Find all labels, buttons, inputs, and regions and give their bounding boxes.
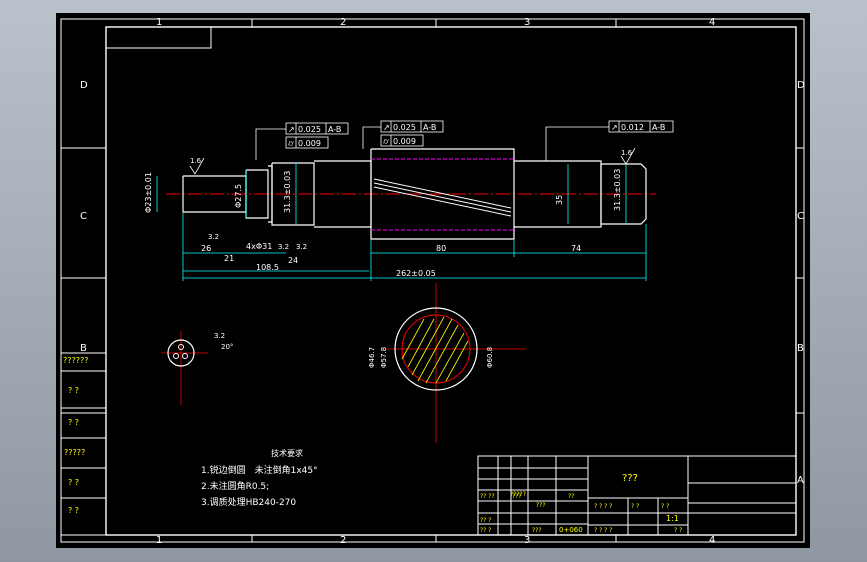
inner-border (105, 26, 797, 536)
roughness-4: 3.2 (278, 243, 289, 251)
dim-sec1: Φ46.7 (368, 347, 376, 368)
side-label-2: ? ? (68, 386, 79, 395)
title-block-name: ??? (622, 473, 638, 484)
zone-row-c-right: C (797, 211, 804, 222)
dim-d4: 35 (555, 195, 564, 205)
title-block-scale: 1:1 (666, 514, 679, 523)
dim-sec2: Φ57.8 (380, 347, 388, 368)
zone-row-a-right: A (797, 475, 804, 486)
roughness-5: 3.2 (296, 243, 307, 251)
dimension-lines (156, 163, 647, 281)
zone-col-3-bottom: 3 (524, 535, 530, 546)
tol-1-datum: A-B (328, 125, 341, 134)
dim-d2: Φ27.5 (234, 184, 243, 208)
title-cell-12: ? ? (661, 503, 669, 510)
zone-col-1: 1 (156, 17, 162, 28)
title-cell-11: ? ? (631, 503, 639, 510)
roughness-1: 1.6 (190, 157, 202, 165)
dim-l3: 4xΦ31 (246, 242, 272, 251)
dim-l8: 262±0.05 (396, 269, 436, 278)
dim-l6: 80 (436, 244, 446, 253)
zone-col-4-bottom: 4 (709, 535, 715, 546)
zone-col-4: 4 (709, 17, 715, 28)
dim-side-angle: 20° (221, 343, 233, 351)
zone-row-c: C (80, 211, 87, 222)
dim-d3: 31.3±0.03 (283, 171, 292, 213)
zone-col-2-bottom: 2 (340, 535, 346, 546)
title-cell-13: ? ? (674, 527, 682, 534)
title-cell-3: ????? (510, 491, 526, 498)
zone-col-1-bottom: 1 (156, 535, 162, 546)
tech-req-line-2: 2.未注圆角R0.5; (201, 480, 269, 492)
side-label-4: ????? (64, 448, 85, 457)
tech-req-line-3: 3.调质处理HB240-270 (201, 496, 296, 508)
dim-l2: 21 (224, 254, 234, 263)
roughness-6: 3.2 (214, 332, 225, 340)
title-block-material: 0+060 (559, 526, 583, 534)
tol-3-datum: A-B (423, 123, 436, 132)
dim-sec3: Φ60.8 (486, 347, 494, 368)
zone-row-d: D (80, 80, 88, 91)
corner-box (106, 27, 212, 49)
zone-ticks (61, 19, 804, 542)
dim-d5: 31.3±0.03 (613, 169, 622, 211)
helical-teeth (373, 178, 512, 217)
tol-2-value: 0.009 (298, 139, 321, 148)
title-cell-4: ?? (568, 493, 574, 500)
tol-4-value: 0.009 (393, 137, 416, 146)
side-label-6: ? ? (68, 506, 79, 515)
tol-4-symbol: ⌭ (383, 137, 389, 146)
drawing-canvas[interactable]: 1 2 3 4 1 2 3 4 D C B D C B A ?????? ? ?… (56, 13, 810, 548)
tol-5-value: 0.012 (621, 123, 644, 132)
roughness-3: 3.2 (208, 233, 219, 241)
tol-5-datum: A-B (652, 123, 665, 132)
roughness-2: 1.6 (621, 149, 633, 157)
tol-1-symbol: ↗ (288, 125, 295, 134)
dim-l5: 108.5 (256, 263, 279, 272)
tol-2-symbol: ⌭ (288, 139, 294, 148)
title-cell-10: ??? (532, 527, 542, 534)
tol-1-value: 0.025 (298, 125, 321, 134)
zone-col-2: 2 (340, 17, 346, 28)
tol-5-symbol: ↗ (611, 123, 618, 132)
cad-drawing: 1 2 3 4 1 2 3 4 D C B D C B A ?????? ? ?… (60, 17, 805, 546)
side-label-3: ? ? (68, 418, 79, 427)
tol-3-value: 0.025 (393, 123, 416, 132)
end-view (161, 331, 208, 405)
section-view (386, 283, 526, 443)
zone-row-d-right: D (797, 80, 805, 91)
side-label-5: ? ? (68, 478, 79, 487)
title-cell-8: ?? ? (480, 517, 491, 524)
title-cell-5: ??? (536, 502, 546, 509)
dim-d1: Φ23±0.01 (144, 172, 153, 213)
zone-col-3: 3 (524, 17, 530, 28)
app-viewport: 1 2 3 4 1 2 3 4 D C B D C B A ?????? ? ?… (0, 0, 867, 562)
outer-border (60, 18, 805, 543)
title-cell-7: ? ? ? ? (594, 527, 612, 534)
title-cell-1: ?? ?? (480, 493, 495, 500)
tol-3-symbol: ↗ (383, 123, 390, 132)
dim-l4: 24 (288, 256, 298, 265)
tech-req-line-1: 1.锐边倒圆 未注倒角1x45° (201, 464, 318, 476)
zone-row-b-right: B (797, 343, 804, 354)
side-label-1: ?????? (63, 356, 88, 365)
dim-l1: 26 (201, 244, 211, 253)
tech-req-title: 技术要求 (271, 448, 303, 458)
dim-l7: 74 (571, 244, 581, 253)
title-cell-6: ? ? ? ? (594, 503, 612, 510)
title-cell-9: ?? ? (480, 527, 491, 534)
zone-row-b: B (80, 343, 87, 354)
